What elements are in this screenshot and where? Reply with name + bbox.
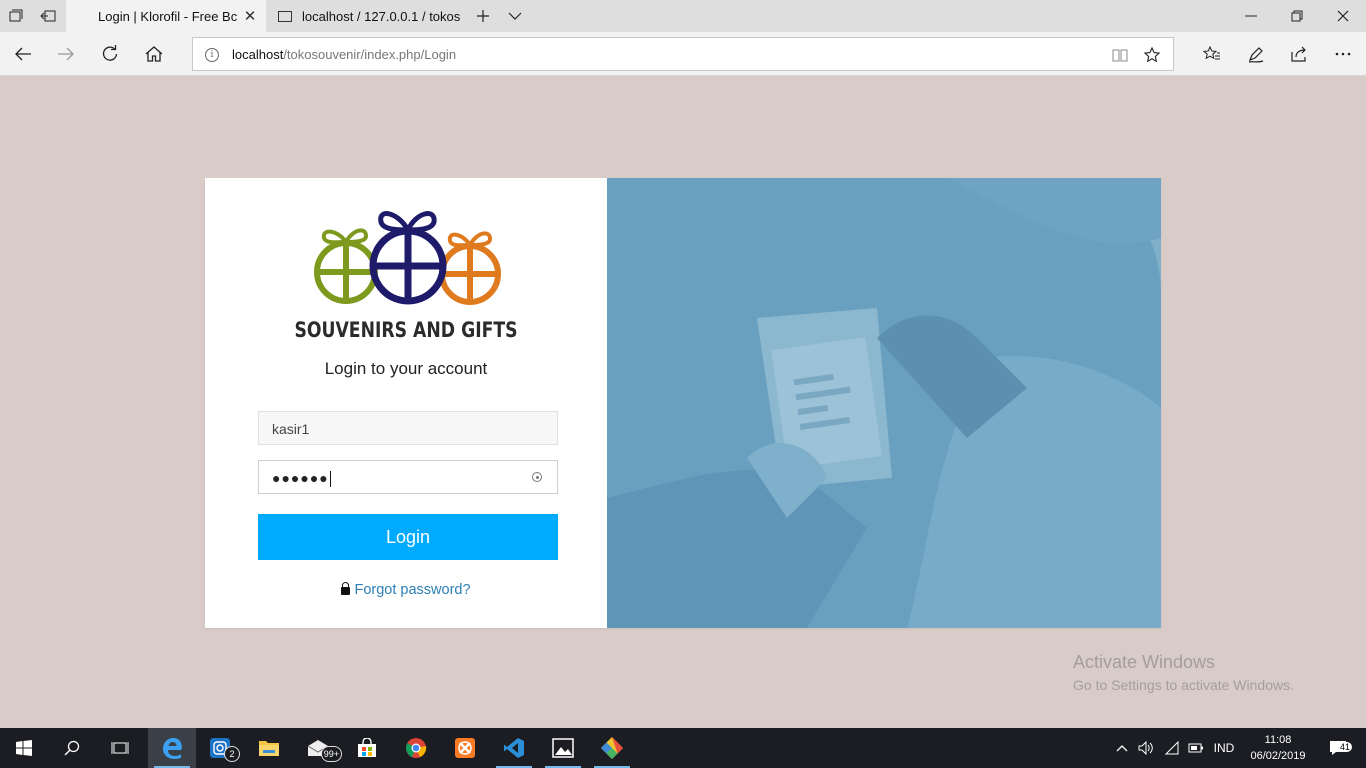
notification-badge: 99+: [320, 746, 342, 762]
page-icon: [278, 10, 292, 22]
close-window-icon[interactable]: [1320, 0, 1366, 32]
refresh-icon[interactable]: [94, 38, 126, 70]
login-button[interactable]: Login: [258, 514, 558, 560]
new-tab-icon[interactable]: [467, 0, 499, 32]
set-aside-icon[interactable]: [32, 0, 64, 32]
brand-name: SOUVENIRS AND GIFTS: [294, 318, 518, 342]
username-field[interactable]: kasir1: [258, 411, 558, 445]
mail-icon[interactable]: 99+: [294, 728, 342, 768]
share-icon[interactable]: [1283, 38, 1315, 70]
activation-watermark-title: Activate Windows: [1073, 652, 1216, 672]
volume-icon[interactable]: [1136, 728, 1156, 768]
pen-icon[interactable]: [1240, 38, 1272, 70]
task-view-icon[interactable]: [96, 728, 144, 768]
lock-icon: [341, 582, 351, 595]
taskbar: 2 99+ IND 11:08 06/02/2019 41: [0, 728, 1366, 768]
chrome-icon[interactable]: [392, 728, 440, 768]
hero-image: [607, 178, 1161, 628]
browser-titlebar: Login | Klorofil - Free Bc ✕ localhost /…: [0, 0, 1366, 32]
tab-title: Login | Klorofil - Free Bc: [98, 8, 238, 24]
login-form: SOUVENIRS AND GIFTS Login to your accoun…: [205, 178, 607, 628]
instagram-icon[interactable]: 2: [196, 728, 244, 768]
reading-view-icon[interactable]: [1111, 46, 1129, 64]
start-icon[interactable]: [0, 728, 48, 768]
close-icon[interactable]: ✕: [242, 8, 258, 25]
clock-time: 11:08: [1264, 734, 1292, 746]
login-card: SOUVENIRS AND GIFTS Login to your accoun…: [205, 178, 1161, 628]
url-text[interactable]: localhost/tokosouvenir/index.php/Login: [232, 47, 456, 62]
page-title: Login to your account: [324, 359, 488, 378]
password-value: ●●●●●●: [272, 470, 329, 486]
action-center-icon[interactable]: 41: [1318, 728, 1358, 768]
language-indicator[interactable]: IND: [1210, 728, 1238, 768]
battery-icon[interactable]: [1186, 728, 1206, 768]
forgot-password-label: Forgot password?: [354, 582, 471, 598]
clock-date: 06/02/2019: [1250, 750, 1306, 762]
forward-icon[interactable]: [50, 38, 82, 70]
tab-login[interactable]: Login | Klorofil - Free Bc ✕: [66, 0, 266, 32]
minimize-icon[interactable]: [1228, 0, 1274, 32]
vscode-icon[interactable]: [490, 728, 538, 768]
notification-badge: 2: [224, 746, 240, 762]
notification-count: 41: [1338, 742, 1353, 752]
xampp-icon[interactable]: [441, 728, 489, 768]
forgot-password-link[interactable]: Forgot password?: [205, 582, 607, 598]
file-explorer-icon[interactable]: [245, 728, 293, 768]
edge-icon[interactable]: [148, 728, 196, 768]
chevron-up-icon[interactable]: [1112, 728, 1132, 768]
more-icon[interactable]: [1327, 38, 1359, 70]
favorites-hub-icon[interactable]: [1196, 38, 1228, 70]
back-icon[interactable]: [7, 38, 39, 70]
system-clock[interactable]: 11:08 06/02/2019: [1246, 732, 1310, 764]
reveal-password-icon[interactable]: [532, 472, 542, 482]
home-icon[interactable]: [138, 38, 170, 70]
store-icon[interactable]: [343, 728, 391, 768]
address-toolbar: i localhost/tokosouvenir/index.php/Login: [0, 32, 1366, 76]
restore-icon[interactable]: [1274, 0, 1320, 32]
address-bar[interactable]: i localhost/tokosouvenir/index.php/Login: [192, 37, 1174, 71]
username-value: kasir1: [272, 421, 310, 437]
git-icon[interactable]: [588, 728, 636, 768]
tab-title: localhost / 127.0.0.1 / tokos: [302, 8, 461, 24]
password-field[interactable]: ●●●●●●: [258, 460, 558, 494]
wifi-icon[interactable]: [1162, 728, 1182, 768]
favorite-star-icon[interactable]: [1143, 46, 1161, 64]
photos-icon[interactable]: [539, 728, 587, 768]
search-icon[interactable]: [48, 728, 96, 768]
text-cursor: [329, 471, 331, 488]
activation-watermark-text: Go to Settings to activate Windows.: [1073, 677, 1294, 693]
tab-phpmyadmin[interactable]: localhost / 127.0.0.1 / tokos: [266, 0, 466, 32]
chevron-down-icon[interactable]: [499, 0, 531, 32]
info-icon[interactable]: i: [205, 48, 219, 62]
tab-manager-icon[interactable]: [0, 0, 32, 32]
